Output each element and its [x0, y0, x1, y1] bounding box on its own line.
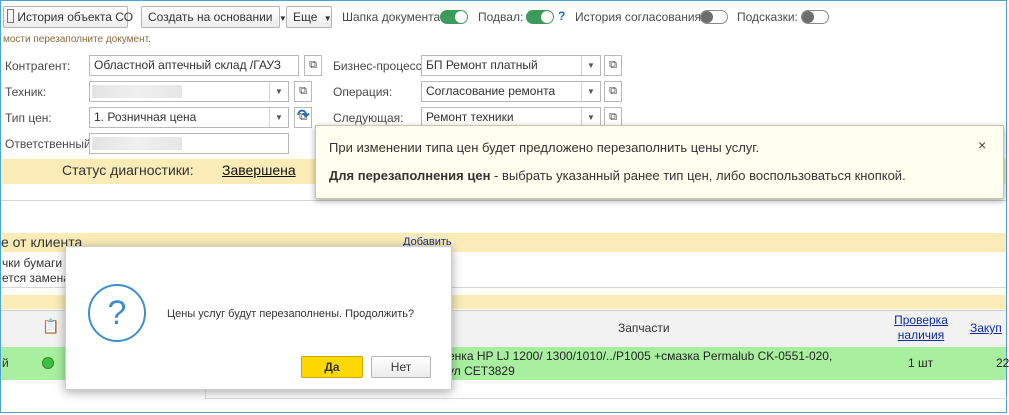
refill-prices-icon[interactable]: ↷: [297, 106, 310, 124]
chevron-down-icon[interactable]: ▼: [269, 108, 288, 127]
row-left-cell: й: [2, 356, 9, 370]
counterparty-field[interactable]: Областной аптечный склад /ГАУЗ: [89, 55, 299, 76]
technician-open-button[interactable]: ⧉: [294, 81, 312, 102]
price-type-field[interactable]: 1. Розничная цена ▼: [89, 107, 289, 128]
chevron-down-icon: ▼: [323, 14, 332, 23]
divider: [1, 200, 1006, 201]
price-type-label: Тип цен:: [5, 111, 52, 125]
status-dot-icon: [42, 357, 54, 369]
next-label: Следующая:: [333, 111, 404, 125]
doc-header-toggle[interactable]: [440, 10, 468, 24]
help-icon[interactable]: ?: [558, 9, 565, 23]
no-button[interactable]: Нет: [371, 356, 431, 378]
counterparty-value: Областной аптечный склад /ГАУЗ: [94, 58, 282, 72]
tooltip-line2-bold: Для перезаполнения цен: [329, 168, 491, 183]
tooltip-line2: Для перезаполнения цен - выбрать указанн…: [329, 168, 906, 183]
yes-label: Да: [324, 360, 340, 374]
approval-history-toggle[interactable]: [700, 10, 728, 24]
tooltip-line1: При изменении типа цен будет предложено …: [329, 140, 760, 155]
chevron-down-icon[interactable]: ▼: [269, 82, 288, 101]
more-label: Еще: [293, 10, 318, 24]
open-icon: ⧉: [609, 111, 617, 123]
history-object-button[interactable]: История объекта СО: [3, 6, 133, 28]
next-value: Ремонт техники: [426, 110, 514, 124]
client-row-2: ется замена: [2, 271, 70, 285]
open-icon: ⧉: [299, 85, 307, 97]
operation-label: Операция:: [333, 85, 393, 99]
redacted-value: [92, 137, 182, 150]
technician-field[interactable]: ▼: [89, 81, 289, 102]
col-check-label: Проверка наличия: [894, 313, 948, 342]
clipboard-icon: 📋: [42, 318, 60, 334]
counterparty-label: Контрагент:: [5, 59, 71, 73]
chevron-down-icon[interactable]: ▼: [581, 56, 600, 75]
approval-history-label: История согласования:: [575, 10, 705, 24]
hint-text: мости перезаполните документ.: [3, 34, 151, 45]
history-object-label: История объекта СО: [17, 10, 134, 24]
responsible-label: Ответственный:: [5, 137, 95, 151]
no-label: Нет: [390, 360, 412, 374]
row-qty-cell: 1 шт: [908, 356, 934, 370]
confirm-dialog: ? Цены услуг будут перезаполнены. Продол…: [65, 246, 452, 390]
client-row-1: чки бумаги: [2, 256, 63, 270]
dialog-message: Цены услуг будут перезаполнены. Продолжи…: [167, 308, 415, 320]
create-based-on-button[interactable]: Создать на основании ▼: [141, 6, 287, 28]
operation-value: Согласование ремонта: [426, 84, 556, 98]
counterparty-open-button[interactable]: ⧉: [304, 55, 322, 76]
operation-field[interactable]: Согласование ремонта ▼: [421, 81, 601, 102]
chevron-down-icon[interactable]: ▼: [581, 82, 600, 101]
price-type-value: 1. Розничная цена: [94, 110, 197, 124]
status-label: Статус диагностики:: [62, 162, 194, 178]
business-process-label: Бизнес-процесс:: [333, 59, 425, 73]
col-parts-header: Запчасти: [618, 321, 670, 335]
business-process-field[interactable]: БП Ремонт платный ▼: [421, 55, 601, 76]
redacted-value: [92, 85, 182, 98]
business-process-value: БП Ремонт платный: [426, 58, 538, 72]
row-parts-cell: енка HP LJ 1200/ 1300/1010/../P1005 +сма…: [448, 349, 833, 378]
open-icon: ⧉: [309, 59, 317, 71]
row-purchase-cell: 22: [996, 356, 1009, 370]
question-icon: ?: [88, 284, 146, 342]
col-purchase-header[interactable]: Закуп: [970, 321, 1002, 335]
doc-header-label: Шапка документа:: [342, 10, 444, 24]
history-icon: [7, 9, 14, 23]
business-process-open-button[interactable]: ⧉: [604, 55, 622, 76]
price-type-tooltip: При изменении типа цен будет предложено …: [315, 125, 1004, 199]
status-value-link[interactable]: Завершена: [222, 162, 296, 178]
more-button[interactable]: Еще ▼: [286, 6, 332, 28]
open-icon: ⧉: [609, 85, 617, 97]
col-check-header[interactable]: Проверка наличия: [880, 313, 962, 343]
hints-toggle[interactable]: [801, 10, 829, 24]
close-icon[interactable]: ×: [978, 137, 986, 153]
create-based-on-label: Создать на основании: [148, 10, 273, 24]
operation-open-button[interactable]: ⧉: [604, 81, 622, 102]
open-icon: ⧉: [609, 59, 617, 71]
footer-toggle[interactable]: [526, 10, 554, 24]
footer-label: Подвал:: [478, 10, 524, 24]
responsible-field[interactable]: [89, 133, 289, 154]
technician-label: Техник:: [5, 85, 46, 99]
tooltip-line2-rest: - выбрать указанный ранее тип цен, либо …: [490, 168, 906, 183]
hints-label: Подсказки:: [737, 10, 798, 24]
yes-button[interactable]: Да: [301, 356, 363, 378]
